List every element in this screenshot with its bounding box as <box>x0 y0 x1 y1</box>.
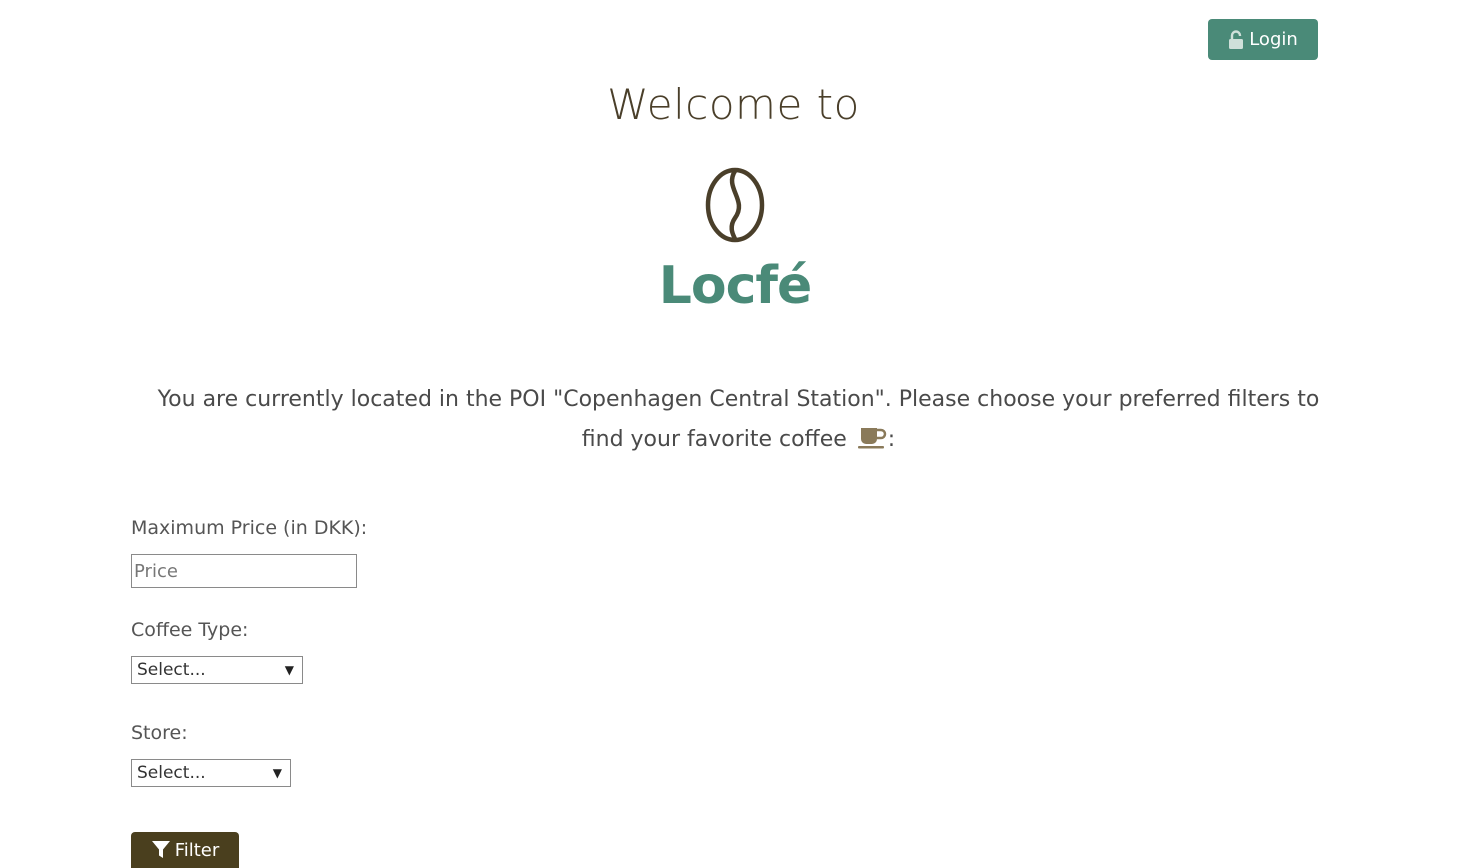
store-selected: Select... <box>137 763 206 783</box>
login-button[interactable]: Login <box>1208 19 1318 60</box>
price-label: Maximum Price (in DKK): <box>131 517 368 539</box>
intro-text: You are currently located in the POI "Co… <box>140 380 1337 460</box>
coffee-type-select[interactable]: Select... ▼ <box>131 656 303 684</box>
coffee-bean-icon <box>705 167 765 243</box>
funnel-icon <box>151 841 170 858</box>
coffee-type-label: Coffee Type: <box>131 619 249 641</box>
welcome-heading: Welcome to <box>607 80 860 129</box>
coffee-type-selected: Select... <box>137 660 206 680</box>
logo-wordmark: Locfé <box>658 256 813 316</box>
filter-label: Filter <box>174 839 220 861</box>
intro-sentence: You are currently located in the POI "Co… <box>157 387 1320 452</box>
locfe-logo: Locfé <box>650 164 820 324</box>
dropdown-arrow-icon: ▼ <box>272 766 282 780</box>
dropdown-arrow-icon: ▼ <box>284 663 294 677</box>
filter-button[interactable]: Filter <box>131 832 239 868</box>
store-label: Store: <box>131 722 188 744</box>
login-label: Login <box>1249 29 1298 50</box>
price-input[interactable] <box>131 554 357 588</box>
intro-colon: : <box>887 427 896 452</box>
store-select[interactable]: Select... ▼ <box>131 759 291 787</box>
coffee-cup-icon <box>857 428 887 449</box>
page: Login Welcome to Locfé You are currently… <box>0 0 1467 868</box>
unlock-icon <box>1229 29 1244 49</box>
